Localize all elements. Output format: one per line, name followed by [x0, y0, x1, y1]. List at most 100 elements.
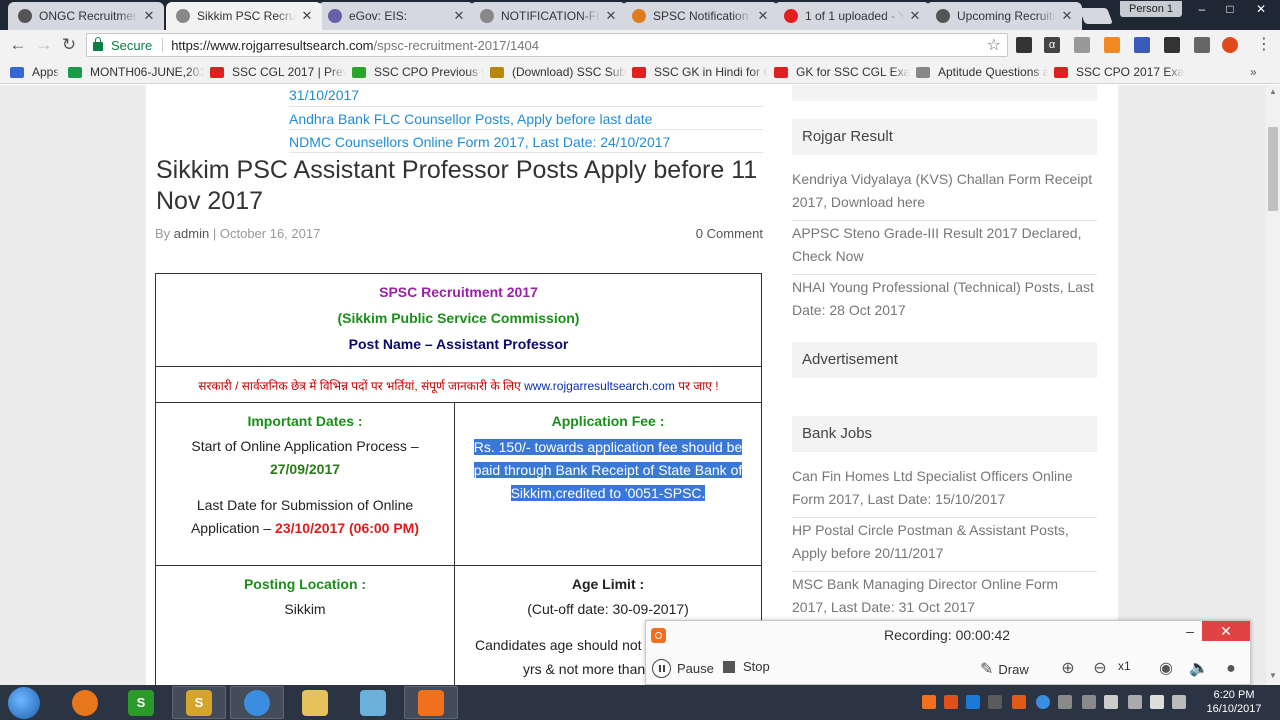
- hindi-site-link[interactable]: www.rojgarresultsearch.com: [524, 379, 675, 393]
- page-icon: [176, 9, 190, 23]
- last-date-line: Application – 23/10/2017 (06:00 PM): [156, 520, 454, 536]
- bookmark-8[interactable]: SSC CPO 2017 Exam: [1054, 64, 1184, 80]
- tab-0[interactable]: ONGC Recruitment ✕: [8, 2, 164, 30]
- fee-text: Rs. 150/- towards application fee should…: [455, 436, 761, 505]
- tray-x-icon[interactable]: [944, 695, 958, 709]
- application-fee-cell: Application Fee : Rs. 150/- towards appl…: [455, 403, 761, 565]
- post-title: Sikkim PSC Assistant Professor Posts App…: [156, 156, 758, 215]
- sidebar-link[interactable]: NHAI Young Professional (Technical) Post…: [792, 276, 1097, 322]
- zoom-out-icon[interactable]: ⊖: [1090, 659, 1110, 679]
- tray-signal-icon[interactable]: [1128, 695, 1142, 709]
- tray-app2-icon[interactable]: [1012, 695, 1026, 709]
- extension-icon-7[interactable]: [1194, 37, 1210, 53]
- microphone-icon[interactable]: ●: [1221, 659, 1241, 679]
- camera-extension-icon[interactable]: [1074, 37, 1090, 53]
- recorder-close-icon[interactable]: ✕: [1202, 621, 1250, 641]
- tab-close-icon[interactable]: ✕: [604, 8, 618, 24]
- recorder-minimize-icon[interactable]: –: [1182, 623, 1198, 639]
- tab-close-icon[interactable]: ✕: [452, 8, 466, 24]
- sidebar-link[interactable]: MSC Bank Managing Director Online Form 20…: [792, 573, 1097, 619]
- back-icon[interactable]: ←: [8, 35, 28, 55]
- tray-display-icon[interactable]: [1058, 695, 1072, 709]
- tray-battery-icon[interactable]: [1150, 695, 1164, 709]
- speaker-icon[interactable]: 🔈: [1189, 659, 1209, 679]
- advertisement-heading: Advertisement: [792, 342, 1097, 378]
- chrome-taskbar-icon[interactable]: [230, 686, 284, 719]
- related-link-1[interactable]: Andhra Bank FLC Counsellor Posts, Apply …: [289, 111, 652, 127]
- tab-6[interactable]: Upcoming Recruitment ✕: [926, 2, 1082, 30]
- bookmark-7[interactable]: Aptitude Questions and: [916, 64, 1048, 80]
- windows-start-icon[interactable]: [8, 687, 40, 719]
- page-scrollbar[interactable]: ▲ ▼: [1266, 85, 1280, 685]
- tray-network-icon[interactable]: [1082, 695, 1096, 709]
- menu-icon[interactable]: ⋮: [1254, 35, 1274, 55]
- zoom-in-icon[interactable]: ⊕: [1058, 659, 1078, 679]
- tab-1[interactable]: Sikkim PSC Recruitment ✕: [166, 2, 322, 30]
- bookmark-0[interactable]: Apps: [10, 64, 60, 80]
- tab-close-icon[interactable]: ✕: [908, 8, 922, 24]
- related-link-0[interactable]: 31/10/2017: [289, 87, 359, 103]
- tab-close-icon[interactable]: ✕: [142, 8, 156, 24]
- tab-5[interactable]: 1 of 1 uploaded - YouTube ✕: [774, 2, 930, 30]
- sidebar-link[interactable]: Can Fin Homes Ltd Specialist Officers On…: [792, 465, 1097, 511]
- recorder-taskbar-icon[interactable]: [404, 686, 458, 719]
- webcam-icon[interactable]: ◉: [1156, 659, 1176, 679]
- bookmark-2[interactable]: SSC CGL 2017 | Previous: [210, 64, 346, 80]
- new-tab-button[interactable]: [1079, 8, 1113, 24]
- sidebar-link[interactable]: HP Postal Circle Postman & Assistant Pos…: [792, 519, 1097, 565]
- draw-button[interactable]: ✎ Draw: [980, 659, 1029, 679]
- tray-volume-icon[interactable]: [1172, 695, 1186, 709]
- tray-chrome-icon[interactable]: [1036, 695, 1050, 709]
- firefox-taskbar-icon[interactable]: [58, 686, 112, 719]
- taskbar-clock[interactable]: 6:20 PM 16/10/2017: [1194, 688, 1274, 716]
- tab-4[interactable]: SPSC Notification 2 ✕: [622, 2, 778, 30]
- tab-2[interactable]: eGov: EIS: ✕: [318, 2, 474, 30]
- profile-button[interactable]: Person 1: [1120, 1, 1182, 17]
- tab-close-icon[interactable]: ✕: [1060, 8, 1074, 24]
- comments-link[interactable]: 0 Comment: [696, 226, 763, 241]
- hindi-suffix: पर जाए !: [678, 379, 719, 393]
- bookmark-5[interactable]: SSC GK in Hindi for C: [632, 64, 768, 80]
- extension-icon-5[interactable]: [1134, 37, 1150, 53]
- reload-icon[interactable]: ↻: [59, 35, 79, 55]
- tab-close-icon[interactable]: ✕: [300, 8, 314, 24]
- scroll-up-icon[interactable]: ▲: [1268, 87, 1278, 97]
- extension-icon-6[interactable]: [1164, 37, 1180, 53]
- extension-icon-1[interactable]: [1016, 37, 1032, 53]
- sidebar-link[interactable]: APPSC Steno Grade-III Result 2017 Declar…: [792, 222, 1097, 268]
- stop-button[interactable]: Stop: [723, 659, 770, 674]
- alpha-extension-icon[interactable]: α: [1044, 37, 1060, 53]
- address-bar[interactable]: Secure https://www.rojgarresultsearch.co…: [86, 33, 1008, 57]
- bookmark-4[interactable]: (Download) SSC Sub: [490, 64, 626, 80]
- close-window-icon[interactable]: ✕: [1244, 0, 1278, 18]
- extension-icon-4[interactable]: [1104, 37, 1120, 53]
- explorer-taskbar-icon[interactable]: [288, 686, 342, 719]
- tab-close-icon[interactable]: ✕: [756, 8, 770, 24]
- related-link-2[interactable]: NDMC Counsellors Online Form 2017, Last …: [289, 134, 670, 150]
- pause-button[interactable]: Pause: [652, 659, 714, 678]
- tray-app-icon[interactable]: [988, 695, 1002, 709]
- more-bookmarks-icon[interactable]: »: [1250, 64, 1257, 80]
- notepad-taskbar-icon[interactable]: [346, 686, 400, 719]
- tray-ex-icon[interactable]: [966, 695, 980, 709]
- extension-icon-8[interactable]: [1222, 37, 1238, 53]
- sd-taskbar-icon[interactable]: S: [114, 686, 168, 719]
- bookmark-3[interactable]: SSC CPO Previous year: [352, 64, 484, 80]
- slides-taskbar-icon[interactable]: S: [172, 686, 226, 719]
- author-link[interactable]: admin: [174, 226, 209, 241]
- bookmark-star-icon[interactable]: ☆: [987, 35, 1001, 55]
- scroll-thumb[interactable]: [1268, 127, 1278, 211]
- web-page: 31/10/2017 Andhra Bank FLC Counsellor Po…: [0, 85, 1266, 685]
- bookmark-1[interactable]: MONTH06-JUNE,2017: [68, 64, 204, 80]
- forward-icon[interactable]: →: [34, 35, 54, 55]
- sidebar-link[interactable]: Kendriya Vidyalaya (KVS) Challan Form Re…: [792, 168, 1097, 214]
- maximize-icon[interactable]: □: [1216, 0, 1244, 18]
- minimize-icon[interactable]: –: [1188, 0, 1216, 18]
- scroll-down-icon[interactable]: ▼: [1268, 671, 1278, 681]
- secure-label: Secure: [111, 37, 153, 53]
- tab-3[interactable]: NOTIFICATION-FLC ✕: [470, 2, 626, 30]
- tray-recorder-icon[interactable]: [922, 695, 936, 709]
- tray-flag-icon[interactable]: [1104, 695, 1118, 709]
- url-host: https://www.rojgarresultsearch.com: [171, 37, 374, 53]
- bookmark-6[interactable]: GK for SSC CGL Exam: [774, 64, 910, 80]
